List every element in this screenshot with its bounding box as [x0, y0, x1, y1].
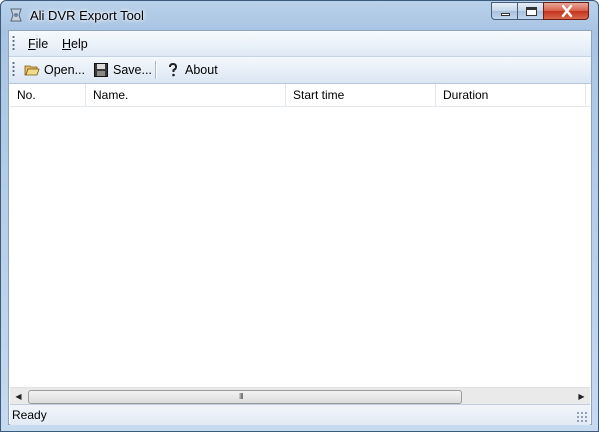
toolbar: Open... Save... About: [9, 57, 591, 84]
maximize-button[interactable]: [517, 2, 544, 20]
column-header-duration[interactable]: Duration: [436, 84, 586, 106]
help-question-icon: [165, 62, 181, 78]
save-label: Save...: [113, 63, 152, 77]
menu-file-rest: ile: [35, 37, 49, 51]
open-label: Open...: [44, 63, 85, 77]
column-header-name[interactable]: Name.: [86, 84, 286, 106]
menu-help-rest: elp: [71, 37, 88, 51]
menu-grip[interactable]: [12, 35, 15, 52]
menu-file-mnemonic: F: [28, 37, 36, 51]
scroll-thumb[interactable]: III: [28, 390, 462, 404]
toolbar-grip[interactable]: [12, 61, 15, 78]
close-button[interactable]: [543, 2, 589, 20]
window-title: Ali DVR Export Tool: [30, 8, 144, 23]
menu-bar: File Help: [9, 31, 591, 57]
open-button[interactable]: Open...: [24, 60, 85, 80]
status-text: Ready: [12, 408, 47, 422]
scroll-right-icon[interactable]: ▶: [573, 388, 590, 405]
menu-file[interactable]: File: [28, 37, 48, 51]
resize-grip[interactable]: [576, 411, 588, 423]
close-icon: [561, 4, 573, 21]
thumb-grip: III: [239, 392, 244, 401]
minimize-icon: [501, 13, 510, 16]
folder-open-icon: [24, 62, 40, 78]
title-bar[interactable]: Ali DVR Export Tool: [1, 1, 598, 29]
list-header: No. Name. Start time Duration: [10, 84, 590, 107]
horizontal-scrollbar[interactable]: ◀ III ▶: [10, 387, 590, 405]
client-area: File Help Open... Save... About No. Name…: [8, 30, 592, 425]
status-bar: Ready: [10, 404, 590, 425]
column-header-start-time[interactable]: Start time: [286, 84, 436, 106]
menu-help-mnemonic: H: [62, 37, 72, 51]
menu-help[interactable]: Help: [62, 37, 88, 51]
save-button[interactable]: Save...: [93, 60, 152, 80]
column-header-no[interactable]: No.: [10, 84, 86, 106]
minimize-button[interactable]: [491, 2, 518, 20]
app-window: Ali DVR Export Tool File Help Open... Sa…: [0, 0, 599, 432]
maximize-icon: [526, 7, 537, 16]
about-button[interactable]: About: [165, 60, 218, 80]
about-label: About: [185, 63, 218, 77]
recordings-list[interactable]: No. Name. Start time Duration: [10, 84, 590, 387]
floppy-disk-icon: [93, 62, 109, 78]
scroll-left-icon[interactable]: ◀: [10, 388, 27, 405]
app-icon[interactable]: [8, 7, 24, 23]
toolbar-separator: [155, 61, 156, 79]
